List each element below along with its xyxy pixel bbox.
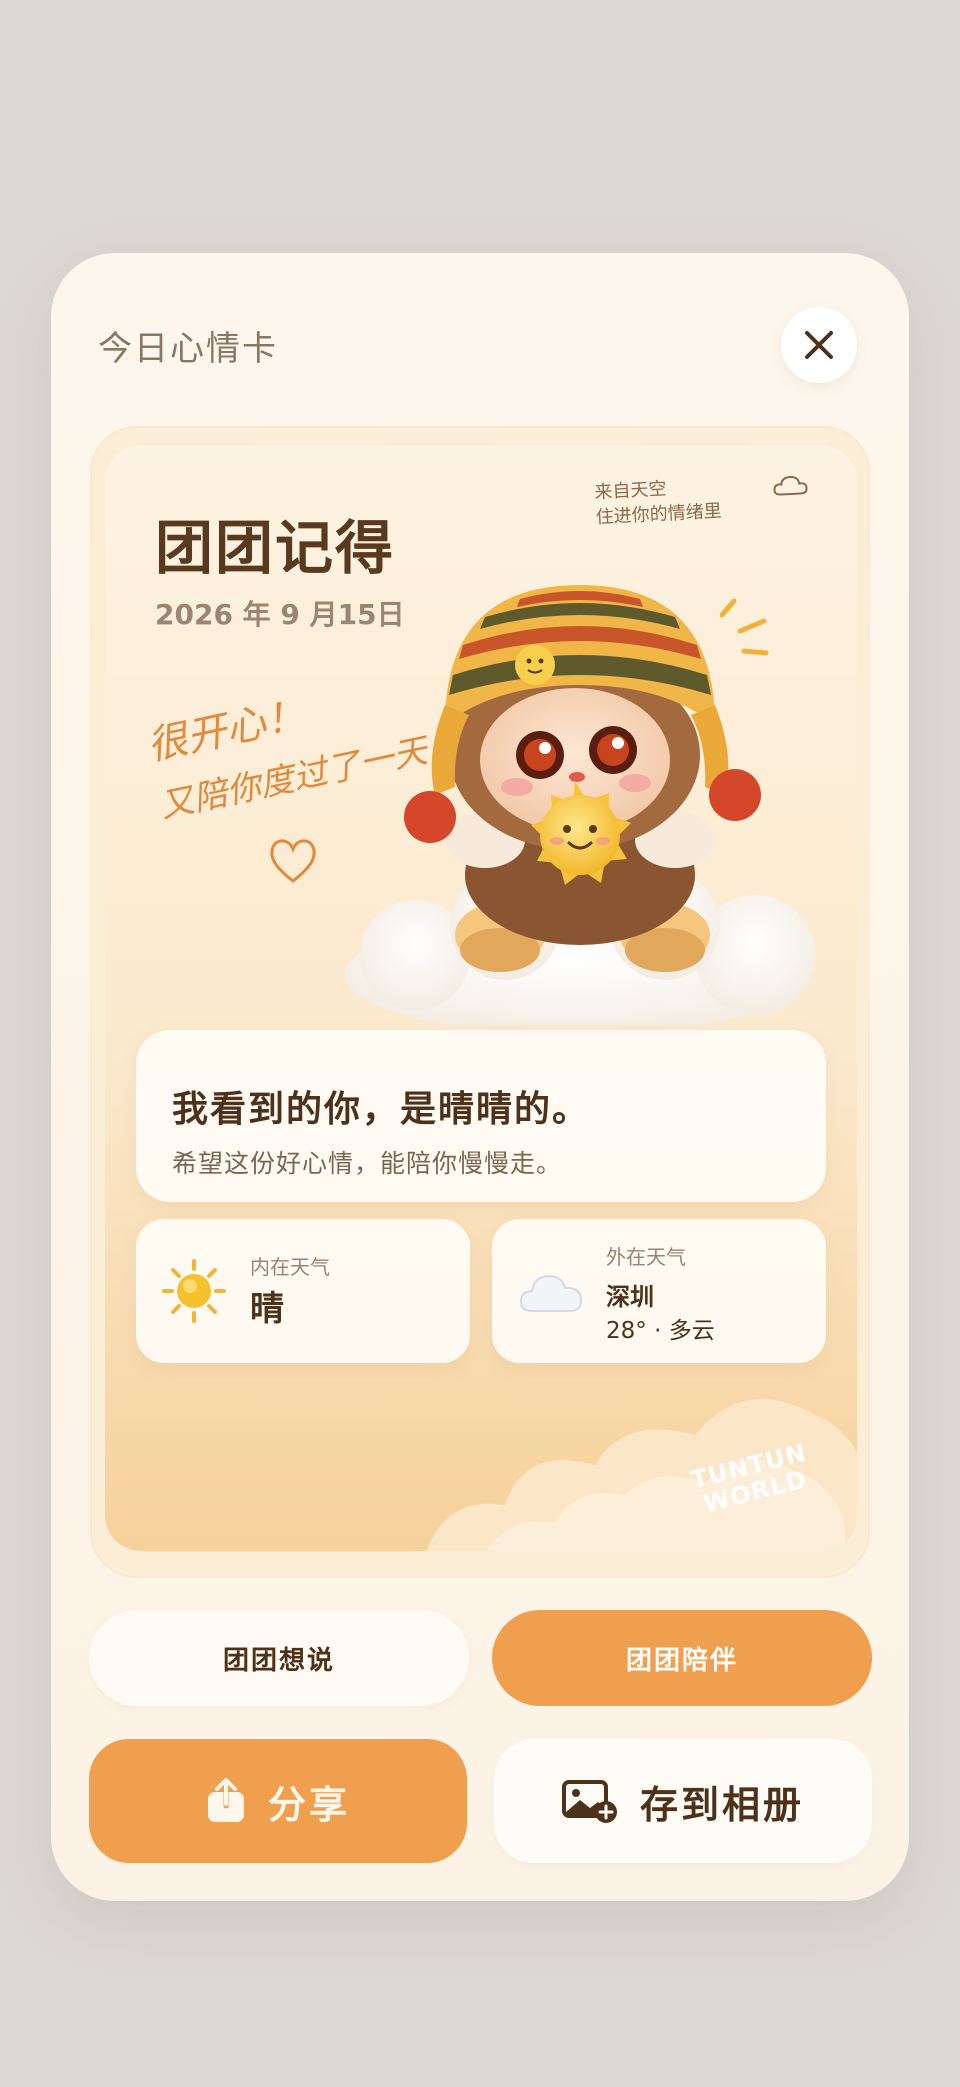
tuantuan-accompany-button[interactable]: 团团陪伴 [492, 1610, 872, 1706]
source-note-line1: 来自天空 [593, 478, 667, 504]
outer-weather-label: 外在天气 [606, 1245, 686, 1269]
message-main: 我看到的你，是晴晴的。 [172, 1089, 591, 1130]
source-note-line2: 住进你的情绪里 [595, 500, 723, 529]
outer-weather-card: 外在天气 深圳 28° · 多云 [492, 1219, 826, 1363]
source-note: 来自天空 住进你的情绪里 [593, 470, 808, 530]
inner-weather-label: 内在天气 [250, 1255, 330, 1279]
small-cloud-icon [773, 475, 808, 496]
save-to-album-button[interactable]: 存到相册 [494, 1739, 872, 1863]
doll-on-cloud-illustration [345, 585, 815, 1025]
modal-title: 今日心情卡 [98, 329, 278, 369]
save-label: 存到相册 [639, 1782, 804, 1827]
save-image-icon [561, 1780, 617, 1823]
inner-weather-value: 晴 [250, 1289, 284, 1329]
mood-card-modal: 今日心情卡 团团记得 2026 年 9 月15日 来自天空 住进你的情绪里 很开… [51, 253, 909, 1901]
tuantuan-say-button[interactable]: 团团想说 [89, 1610, 469, 1706]
outer-weather-temp: 28° · 多云 [606, 1318, 715, 1344]
mood-card: 团团记得 2026 年 9 月15日 来自天空 住进你的情绪里 很开心！ 又陪你… [105, 445, 857, 1551]
share-button[interactable]: 分享 [89, 1739, 467, 1863]
cloud-icon [519, 1274, 583, 1312]
share-label: 分享 [267, 1782, 350, 1827]
inner-weather-card: 内在天气 晴 [136, 1219, 470, 1363]
outer-weather-city: 深圳 [606, 1283, 654, 1311]
message-sub: 希望这份好心情，能陪你慢慢走。 [172, 1149, 563, 1178]
sun-icon [162, 1259, 226, 1323]
close-icon [805, 331, 833, 359]
close-button[interactable] [781, 307, 857, 383]
heart-doodle-icon [270, 839, 316, 883]
share-icon [207, 1778, 244, 1822]
mood-message-box: 我看到的你，是晴晴的。 希望这份好心情，能陪你慢慢走。 [136, 1030, 826, 1202]
